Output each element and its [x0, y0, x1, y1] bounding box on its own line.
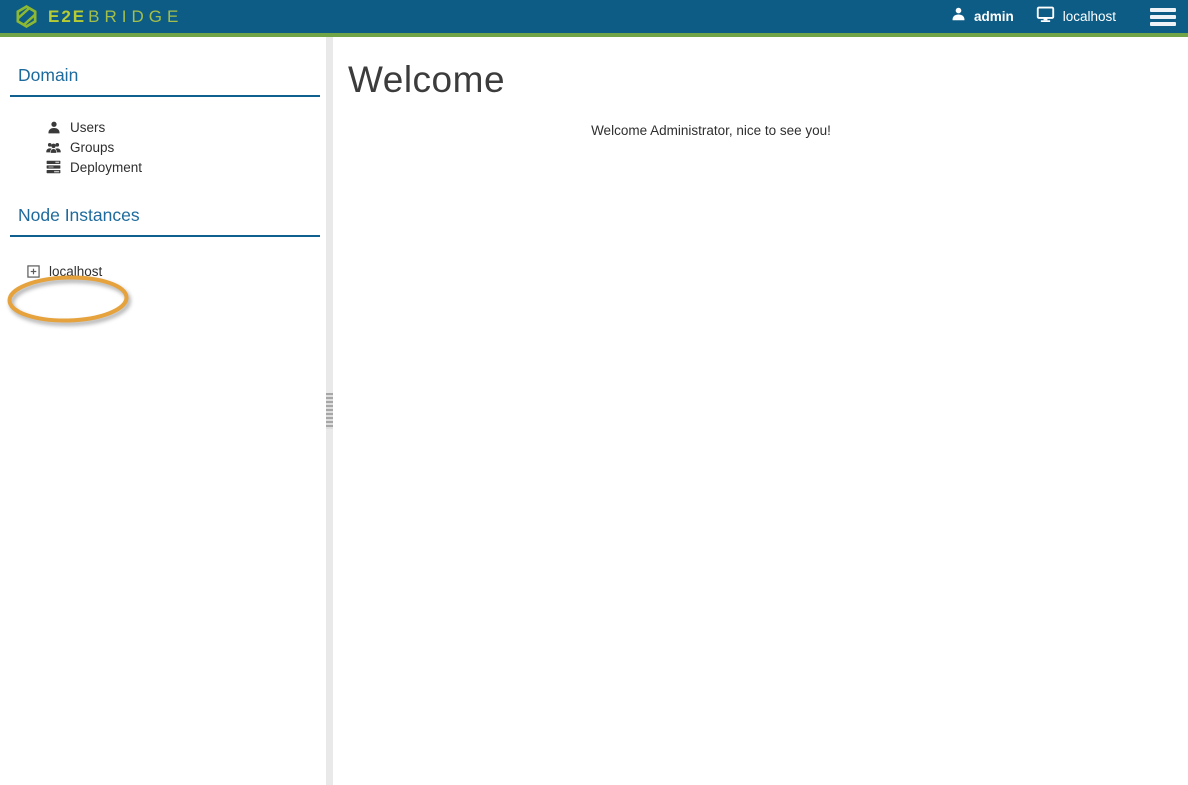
- hamburger-menu-icon[interactable]: [1150, 8, 1176, 26]
- user-icon: [951, 6, 966, 27]
- resize-grip-icon[interactable]: [326, 393, 333, 429]
- deployment-icon: [46, 160, 61, 175]
- sidebar-item-label: Groups: [70, 140, 114, 155]
- welcome-message: Welcome Administrator, nice to see you!: [348, 123, 1074, 138]
- host-menu[interactable]: localhost: [1030, 6, 1122, 28]
- sidebar-heading-domain: Domain: [10, 65, 320, 97]
- sidebar-item-localhost[interactable]: localhost: [0, 261, 326, 281]
- e2e-hexagon-logo-icon: [14, 4, 39, 29]
- sidebar-item-deployment[interactable]: Deployment: [0, 157, 326, 177]
- sidebar-section-domain: Domain Users: [0, 65, 326, 177]
- brand-name: E2E BRIDGE: [48, 8, 183, 25]
- sidebar: Domain Users: [0, 37, 326, 785]
- group-icon: [46, 140, 61, 155]
- brand-name-light: BRIDGE: [88, 8, 183, 25]
- user-icon: [46, 120, 61, 135]
- sidebar-item-groups[interactable]: Groups: [0, 137, 326, 157]
- host-label: localhost: [1063, 9, 1116, 24]
- brand-name-bold: E2E: [48, 8, 86, 25]
- content-area: Domain Users: [0, 37, 1188, 785]
- main-panel: Welcome Welcome Administrator, nice to s…: [333, 37, 1188, 785]
- sidebar-item-users[interactable]: Users: [0, 117, 326, 137]
- topbar-right: admin localhost: [945, 6, 1176, 28]
- sidebar-section-node-instances: Node Instances localhost: [0, 205, 326, 281]
- sidebar-item-label: localhost: [49, 264, 102, 279]
- expand-plus-icon[interactable]: [27, 265, 40, 278]
- annotation-ellipse: [5, 274, 133, 326]
- sidebar-heading-node-instances: Node Instances: [10, 205, 320, 237]
- sidebar-item-label: Users: [70, 120, 105, 135]
- domain-list: Users Groups: [0, 117, 326, 177]
- sidebar-resize-divider[interactable]: [326, 37, 333, 785]
- page-title: Welcome: [348, 59, 1188, 102]
- monitor-icon: [1036, 6, 1055, 28]
- sidebar-item-label: Deployment: [70, 160, 142, 175]
- user-menu[interactable]: admin: [945, 6, 1020, 27]
- user-label: admin: [974, 9, 1014, 24]
- brand-logo: E2E BRIDGE: [14, 4, 183, 29]
- topbar: E2E BRIDGE admin localhost: [0, 0, 1188, 37]
